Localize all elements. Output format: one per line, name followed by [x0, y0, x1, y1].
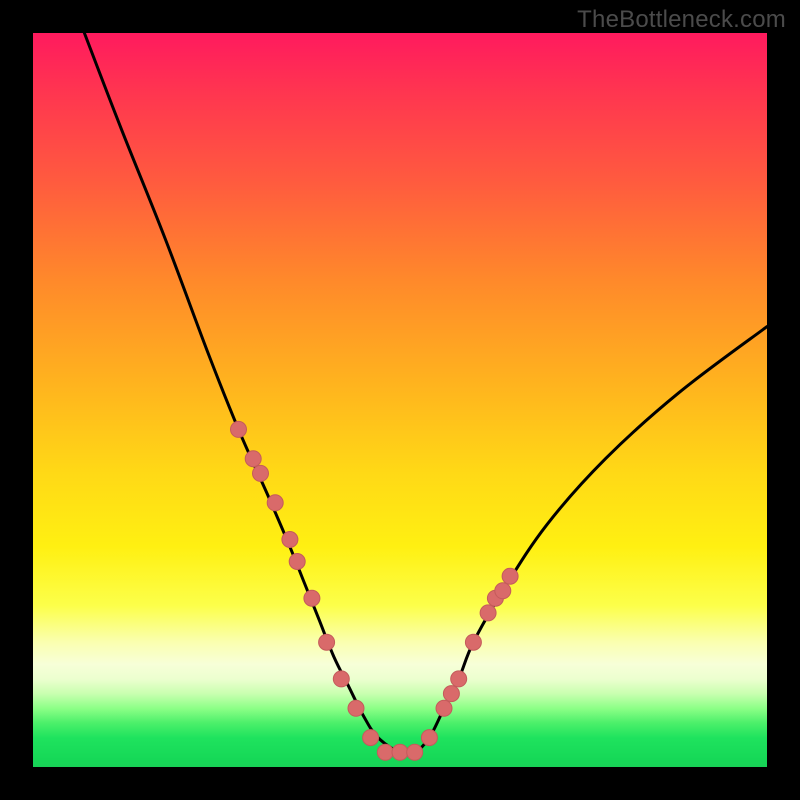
curve-svg	[33, 33, 767, 767]
plot-area	[33, 33, 767, 767]
penalty-curve	[84, 33, 767, 754]
marker-dot	[465, 634, 481, 650]
marker-dot	[436, 700, 452, 716]
marker-dot	[377, 744, 393, 760]
marker-dot	[245, 451, 261, 467]
marker-dot	[348, 700, 364, 716]
marker-dot	[480, 605, 496, 621]
watermark-text: TheBottleneck.com	[577, 6, 786, 34]
marker-dot	[319, 634, 335, 650]
marker-dot	[407, 744, 423, 760]
marker-dot	[289, 554, 305, 570]
marker-dots	[231, 421, 519, 760]
penalty-curve-path	[84, 33, 767, 754]
marker-dot	[363, 730, 379, 746]
marker-dot	[267, 495, 283, 511]
marker-dot	[495, 583, 511, 599]
marker-dot	[451, 671, 467, 687]
marker-dot	[282, 532, 298, 548]
marker-dot	[304, 590, 320, 606]
marker-dot	[231, 421, 247, 437]
marker-dot	[502, 568, 518, 584]
marker-dot	[253, 465, 269, 481]
marker-dot	[421, 730, 437, 746]
chart-frame: TheBottleneck.com	[0, 0, 800, 800]
marker-dot	[392, 744, 408, 760]
marker-dot	[443, 686, 459, 702]
marker-dot	[333, 671, 349, 687]
